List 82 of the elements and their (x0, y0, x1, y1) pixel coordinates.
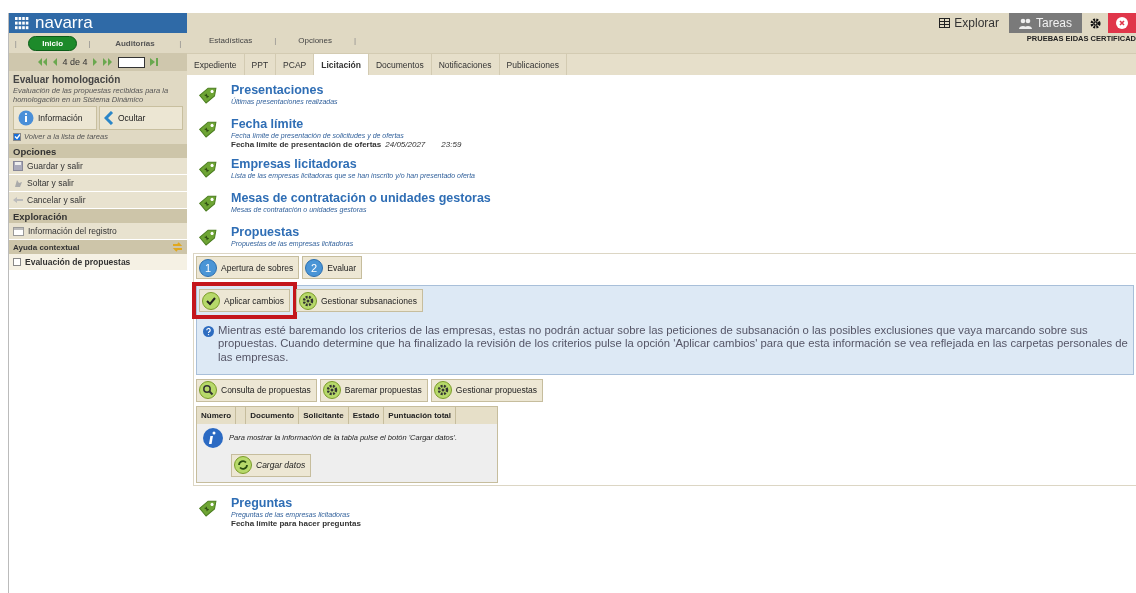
tool-button[interactable]: Baremar propuestas (319, 379, 428, 402)
detail-label: Fecha límite de presentación de ofertas (231, 140, 382, 149)
section-title[interactable]: Preguntas (231, 496, 361, 510)
section-title: Ayuda contextual (13, 242, 80, 252)
arrow-left-icon (13, 196, 23, 205)
settings-icon[interactable] (1089, 17, 1101, 29)
tasks-button[interactable]: Tareas (1008, 13, 1082, 33)
gear-icon (322, 381, 341, 400)
separator: | (88, 38, 91, 48)
gear-icon (299, 291, 317, 310)
section-title[interactable]: Presentaciones (231, 83, 338, 97)
section-title: Exploración (13, 210, 68, 222)
step-button[interactable]: 1 Apertura de sobres (196, 256, 300, 279)
column-header: Puntuación total (384, 407, 457, 424)
end-page-icon[interactable] (149, 58, 159, 66)
sidebar-item[interactable]: Soltar y salir (9, 175, 187, 193)
dots-logo-icon (15, 16, 29, 30)
check-icon (202, 291, 220, 310)
column-header: Solicitante (299, 407, 349, 424)
tool-button[interactable]: Consulta de propuestas (196, 379, 317, 402)
separator: | (179, 38, 182, 48)
first-page-icon[interactable] (37, 58, 48, 66)
logo-text: navarra (35, 13, 93, 33)
search-icon (199, 381, 217, 400)
tab[interactable]: Licitación (314, 54, 369, 75)
page-input[interactable] (117, 56, 145, 68)
help-icon (203, 326, 214, 337)
column-header: Número (197, 407, 237, 424)
detail-label: Fecha límite para hacer preguntas (231, 519, 361, 528)
hand-icon (13, 178, 23, 189)
action-button[interactable]: Gestionar subsanaciones (296, 289, 423, 312)
load-data-button[interactable]: Cargar datos (231, 454, 312, 477)
section-title: Opciones (13, 145, 57, 157)
nav-link[interactable]: Auditorías (102, 36, 168, 50)
floppy-icon (13, 161, 23, 172)
gear-icon (433, 381, 452, 400)
explore-button[interactable]: Explorar (929, 13, 1009, 33)
checkbox[interactable] (13, 132, 21, 141)
tab[interactable]: Documentos (368, 54, 432, 75)
step-number-icon: 1 (199, 258, 217, 277)
notice-text: Mientras esté baremando los criterios de las empresas, estas no podrán actuar sobre las peticiones de subsanación o las posibles exclusiones que vaya marcando sobre sus propuestas. Cuando determine que ha finalizado la revisión de los criterios pulse la opción 'Aplicar cambios' para que esta información se vea reflejada en las carpetas personales de las empresas. (218, 324, 1129, 364)
last-page-icon[interactable] (102, 58, 113, 66)
section-title[interactable]: Empresas licitadoras (231, 157, 475, 171)
previous-page-icon[interactable] (52, 58, 58, 66)
next-page-icon[interactable] (92, 58, 98, 66)
hide-button[interactable]: Ocultar (99, 106, 183, 131)
swap-arrows-icon[interactable] (172, 242, 183, 253)
window-icon (13, 226, 24, 236)
users-icon (1018, 17, 1032, 29)
task-title: Evaluar homologación (13, 74, 122, 85)
tab[interactable]: Publicaciones (499, 54, 567, 75)
section-title[interactable]: Mesas de contratación o unidades gestoras (231, 191, 491, 205)
menu-item[interactable]: Estadísticas (209, 36, 253, 45)
close-icon[interactable] (1116, 17, 1128, 29)
page-counter: 4 de 4 (62, 57, 88, 67)
section-title[interactable]: Propuestas (231, 225, 354, 239)
tool-button[interactable]: Gestionar propuestas (430, 379, 544, 402)
info-button[interactable]: Información (13, 106, 97, 131)
step-button[interactable]: 2 Evaluar (302, 256, 363, 279)
column-header: Estado (348, 407, 385, 424)
tab[interactable]: PPT (244, 54, 277, 75)
checkbox[interactable] (13, 258, 21, 267)
grid-icon (939, 18, 951, 28)
tab[interactable]: Expediente (187, 54, 245, 75)
menu-item[interactable]: Opciones (298, 36, 332, 45)
step-number-icon: 2 (305, 258, 324, 277)
sidebar-item[interactable]: Información del registro (9, 223, 187, 241)
tab[interactable]: Notificaciones (431, 54, 500, 75)
sidebar-item[interactable]: Guardar y salir (9, 158, 187, 176)
separator: | (274, 36, 277, 45)
section-title[interactable]: Fecha límite (231, 117, 462, 131)
detail-date: 24/05/2027 (385, 140, 426, 149)
sidebar-item[interactable]: Cancelar y salir (9, 192, 187, 210)
info-icon (18, 110, 34, 127)
nav-link[interactable]: Inicio (28, 35, 78, 51)
chevron-left-icon (104, 111, 114, 126)
info-icon (203, 428, 223, 448)
separator: | (354, 36, 357, 45)
detail-time: 23:59 (441, 140, 462, 149)
separator: | (14, 38, 17, 48)
refresh-icon (234, 456, 252, 475)
column-header: Documento (246, 407, 300, 424)
